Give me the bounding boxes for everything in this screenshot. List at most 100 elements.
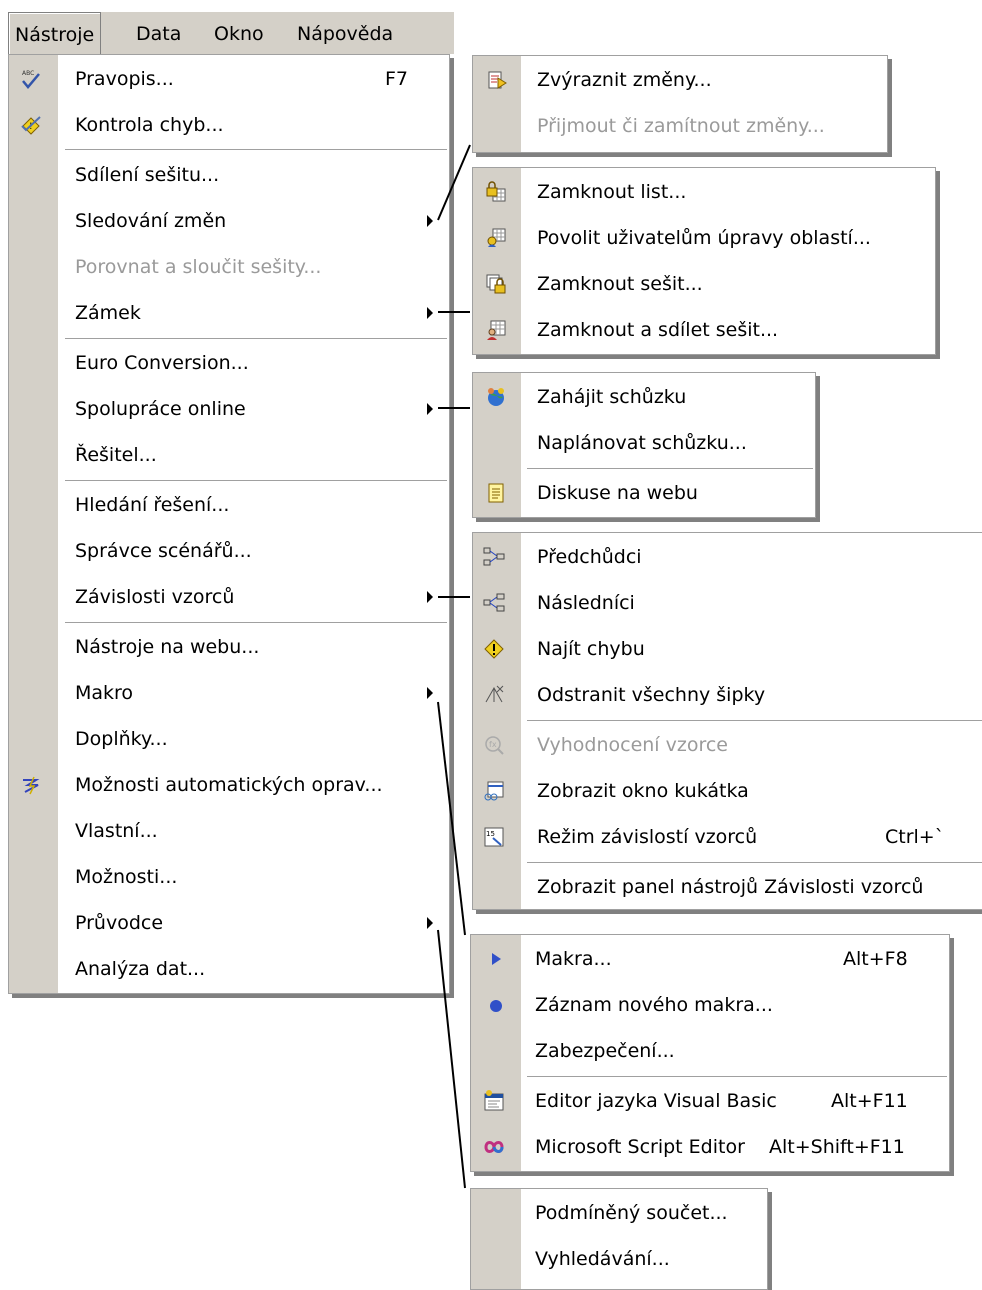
menu-item-addins[interactable]: Doplňky... — [9, 717, 449, 761]
menu-item-label: Průvodce — [75, 912, 164, 934]
svg-text:15: 15 — [486, 830, 495, 838]
menu-item-formula-auditing-mode[interactable]: 15 Režim závislostí vzorců Ctrl+` — [473, 815, 982, 859]
menu-item-goal-seek[interactable]: Hledání řešení... — [9, 483, 449, 527]
menu-item-options[interactable]: Možnosti... — [9, 855, 449, 899]
menu-item-conditional-sum[interactable]: Podmíněný součet... — [471, 1191, 767, 1235]
menubar-nastroje[interactable]: Nástroje — [8, 12, 102, 55]
protection-submenu: Zamknout list... Povolit uživatelům úpra… — [472, 167, 936, 355]
menu-item-label: Zamknout sešit... — [537, 273, 703, 295]
record-macro-icon — [485, 994, 507, 1016]
menu-item-online-collaboration[interactable]: Spolupráce online — [9, 387, 449, 431]
menu-item-label: Sdílení sešitu... — [75, 164, 220, 186]
menu-item-schedule-meeting[interactable]: Naplánovat schůzku... — [473, 421, 815, 465]
menu-item-autocorrect[interactable]: Možnosti automatických oprav... — [9, 763, 449, 807]
menu-item-euro-conversion[interactable]: Euro Conversion... — [9, 341, 449, 385]
menu-item-trace-precedents[interactable]: Předchůdci — [473, 535, 982, 579]
menu-item-macros[interactable]: Makra... Alt+F8 — [471, 937, 949, 981]
menu-item-label: Zobrazit okno kukátka — [537, 780, 749, 802]
menu-item-label: Diskuse na webu — [537, 482, 698, 504]
menu-item-label: Přijmout či zamítnout změny... — [537, 115, 825, 137]
run-macro-icon — [485, 948, 507, 970]
menu-item-protect-workbook[interactable]: Zamknout sešit... — [473, 262, 935, 306]
menu-item-web-discussion[interactable]: Diskuse na webu — [473, 471, 815, 515]
menu-item-tools-on-web[interactable]: Nástroje na webu... — [9, 625, 449, 669]
menu-item-accept-reject-changes: Přijmout či zamítnout změny... — [473, 104, 887, 148]
menu-item-meet-now[interactable]: Zahájit schůzku — [473, 375, 815, 419]
menu-item-label: Povolit uživatelům úpravy oblastí... — [537, 227, 871, 249]
allow-edit-ranges-icon — [485, 227, 507, 249]
menubar-data[interactable]: Data — [136, 12, 181, 54]
track-changes-submenu: Zvýraznit změny... Přijmout či zamítnout… — [472, 55, 888, 153]
menu-item-macro[interactable]: Makro — [9, 671, 449, 715]
menu-item-remove-arrows[interactable]: Odstranit všechny šipky — [473, 673, 982, 717]
menu-item-shortcut: Alt+F11 — [831, 1090, 908, 1112]
menu-item-label: Závislosti vzorců — [75, 586, 235, 608]
menu-item-vb-editor[interactable]: Editor jazyka Visual Basic Alt+F11 — [471, 1079, 949, 1123]
lock-workbook-icon — [485, 273, 507, 295]
menu-item-label: Odstranit všechny šipky — [537, 684, 766, 706]
menu-item-label: Vlastní... — [75, 820, 158, 842]
menu-item-trace-dependents[interactable]: Následníci — [473, 581, 982, 625]
menu-item-label: Podmíněný součet... — [535, 1202, 728, 1224]
menu-item-macro-security[interactable]: Zabezpečení... — [471, 1029, 949, 1073]
menu-item-data-analysis[interactable]: Analýza dat... — [9, 947, 449, 991]
menubar-okno[interactable]: Okno — [214, 12, 264, 54]
menu-item-compare-merge: Porovnat a sloučit sešity... — [9, 245, 449, 289]
menu-item-scenarios[interactable]: Správce scénářů... — [9, 529, 449, 573]
menu-item-label: Vyhledávání... — [535, 1248, 670, 1270]
menu-item-solver[interactable]: Řešitel... — [9, 433, 449, 477]
svg-text:ABC: ABC — [22, 70, 34, 77]
menu-item-protect-sheet[interactable]: Zamknout list... — [473, 170, 935, 214]
menu-item-highlight-changes[interactable]: Zvýraznit změny... — [473, 58, 887, 102]
menu-item-shortcut: Alt+F8 — [843, 948, 908, 970]
menu-item-record-macro[interactable]: Záznam nového makra... — [471, 983, 949, 1027]
menu-item-wizard[interactable]: Průvodce — [9, 901, 449, 945]
error-check-icon: ! — [20, 114, 42, 136]
spellcheck-icon: ABC — [20, 68, 42, 90]
menu-item-label: Zahájit schůzku — [537, 386, 687, 408]
menu-item-label: Makro — [75, 682, 134, 704]
menu-item-customize[interactable]: Vlastní... — [9, 809, 449, 853]
menu-item-label: Makra... — [535, 948, 612, 970]
menu-item-lookup[interactable]: Vyhledávání... — [471, 1237, 767, 1281]
menu-item-label: Porovnat a sloučit sešity... — [75, 256, 322, 278]
menu-item-trace-error[interactable]: Najít chybu — [473, 627, 982, 671]
menu-item-spelling[interactable]: ABC Pravopis... F7 — [9, 57, 449, 101]
menu-item-protection[interactable]: Zámek — [9, 291, 449, 335]
menu-item-label: Kontrola chyb... — [75, 114, 224, 136]
menu-item-label: Pravopis... — [75, 68, 174, 90]
menu-item-shortcut: Ctrl+` — [885, 826, 945, 848]
menu-item-label: Možnosti... — [75, 866, 178, 888]
menu-item-label: Analýza dat... — [75, 958, 206, 980]
menu-item-label: Řešitel... — [75, 444, 157, 466]
submenu-arrow-icon — [427, 215, 433, 227]
menu-item-label: Nástroje na webu... — [75, 636, 260, 658]
menu-item-show-auditing-toolbar[interactable]: Zobrazit panel nástrojů Závislosti vzorc… — [473, 865, 982, 909]
menu-item-label: Zamknout a sdílet sešit... — [537, 319, 779, 341]
menu-item-label: Naplánovat schůzku... — [537, 432, 747, 454]
menu-item-error-checking[interactable]: ! Kontrola chyb... — [9, 103, 449, 147]
vb-editor-icon — [483, 1090, 505, 1112]
autocorrect-icon — [20, 774, 42, 796]
meet-now-icon — [485, 386, 507, 408]
wizard-submenu: Podmíněný součet... Vyhledávání... — [470, 1188, 768, 1290]
menu-item-allow-edit-ranges[interactable]: Povolit uživatelům úpravy oblastí... — [473, 216, 935, 260]
submenu-arrow-icon — [427, 307, 433, 319]
menu-item-protect-share-workbook[interactable]: Zamknout a sdílet sešit... — [473, 308, 935, 352]
formula-auditing-mode-icon: 15 — [483, 826, 505, 848]
menu-item-label: Editor jazyka Visual Basic — [535, 1090, 777, 1112]
menu-item-label: Microsoft Script Editor — [535, 1136, 745, 1158]
menu-item-formula-auditing[interactable]: Závislosti vzorců — [9, 575, 449, 619]
menu-item-label: Doplňky... — [75, 728, 168, 750]
menu-item-label: Najít chybu — [537, 638, 645, 660]
macro-submenu: Makra... Alt+F8 Záznam nového makra... Z… — [470, 934, 950, 1172]
menu-item-script-editor[interactable]: Microsoft Script Editor Alt+Shift+F11 — [471, 1125, 949, 1169]
menu-item-label: Správce scénářů... — [75, 540, 252, 562]
menu-item-label: Zobrazit panel nástrojů Závislosti vzorc… — [537, 876, 924, 898]
menubar-napoveda[interactable]: Nápověda — [297, 12, 393, 54]
online-collaboration-submenu: Zahájit schůzku Naplánovat schůzku... Di… — [472, 372, 816, 518]
menu-item-share-workbook[interactable]: Sdílení sešitu... — [9, 153, 449, 197]
menu-item-track-changes[interactable]: Sledování změn — [9, 199, 449, 243]
menu-item-watch-window[interactable]: Zobrazit okno kukátka — [473, 769, 982, 813]
menu-item-label: Sledování změn — [75, 210, 227, 232]
